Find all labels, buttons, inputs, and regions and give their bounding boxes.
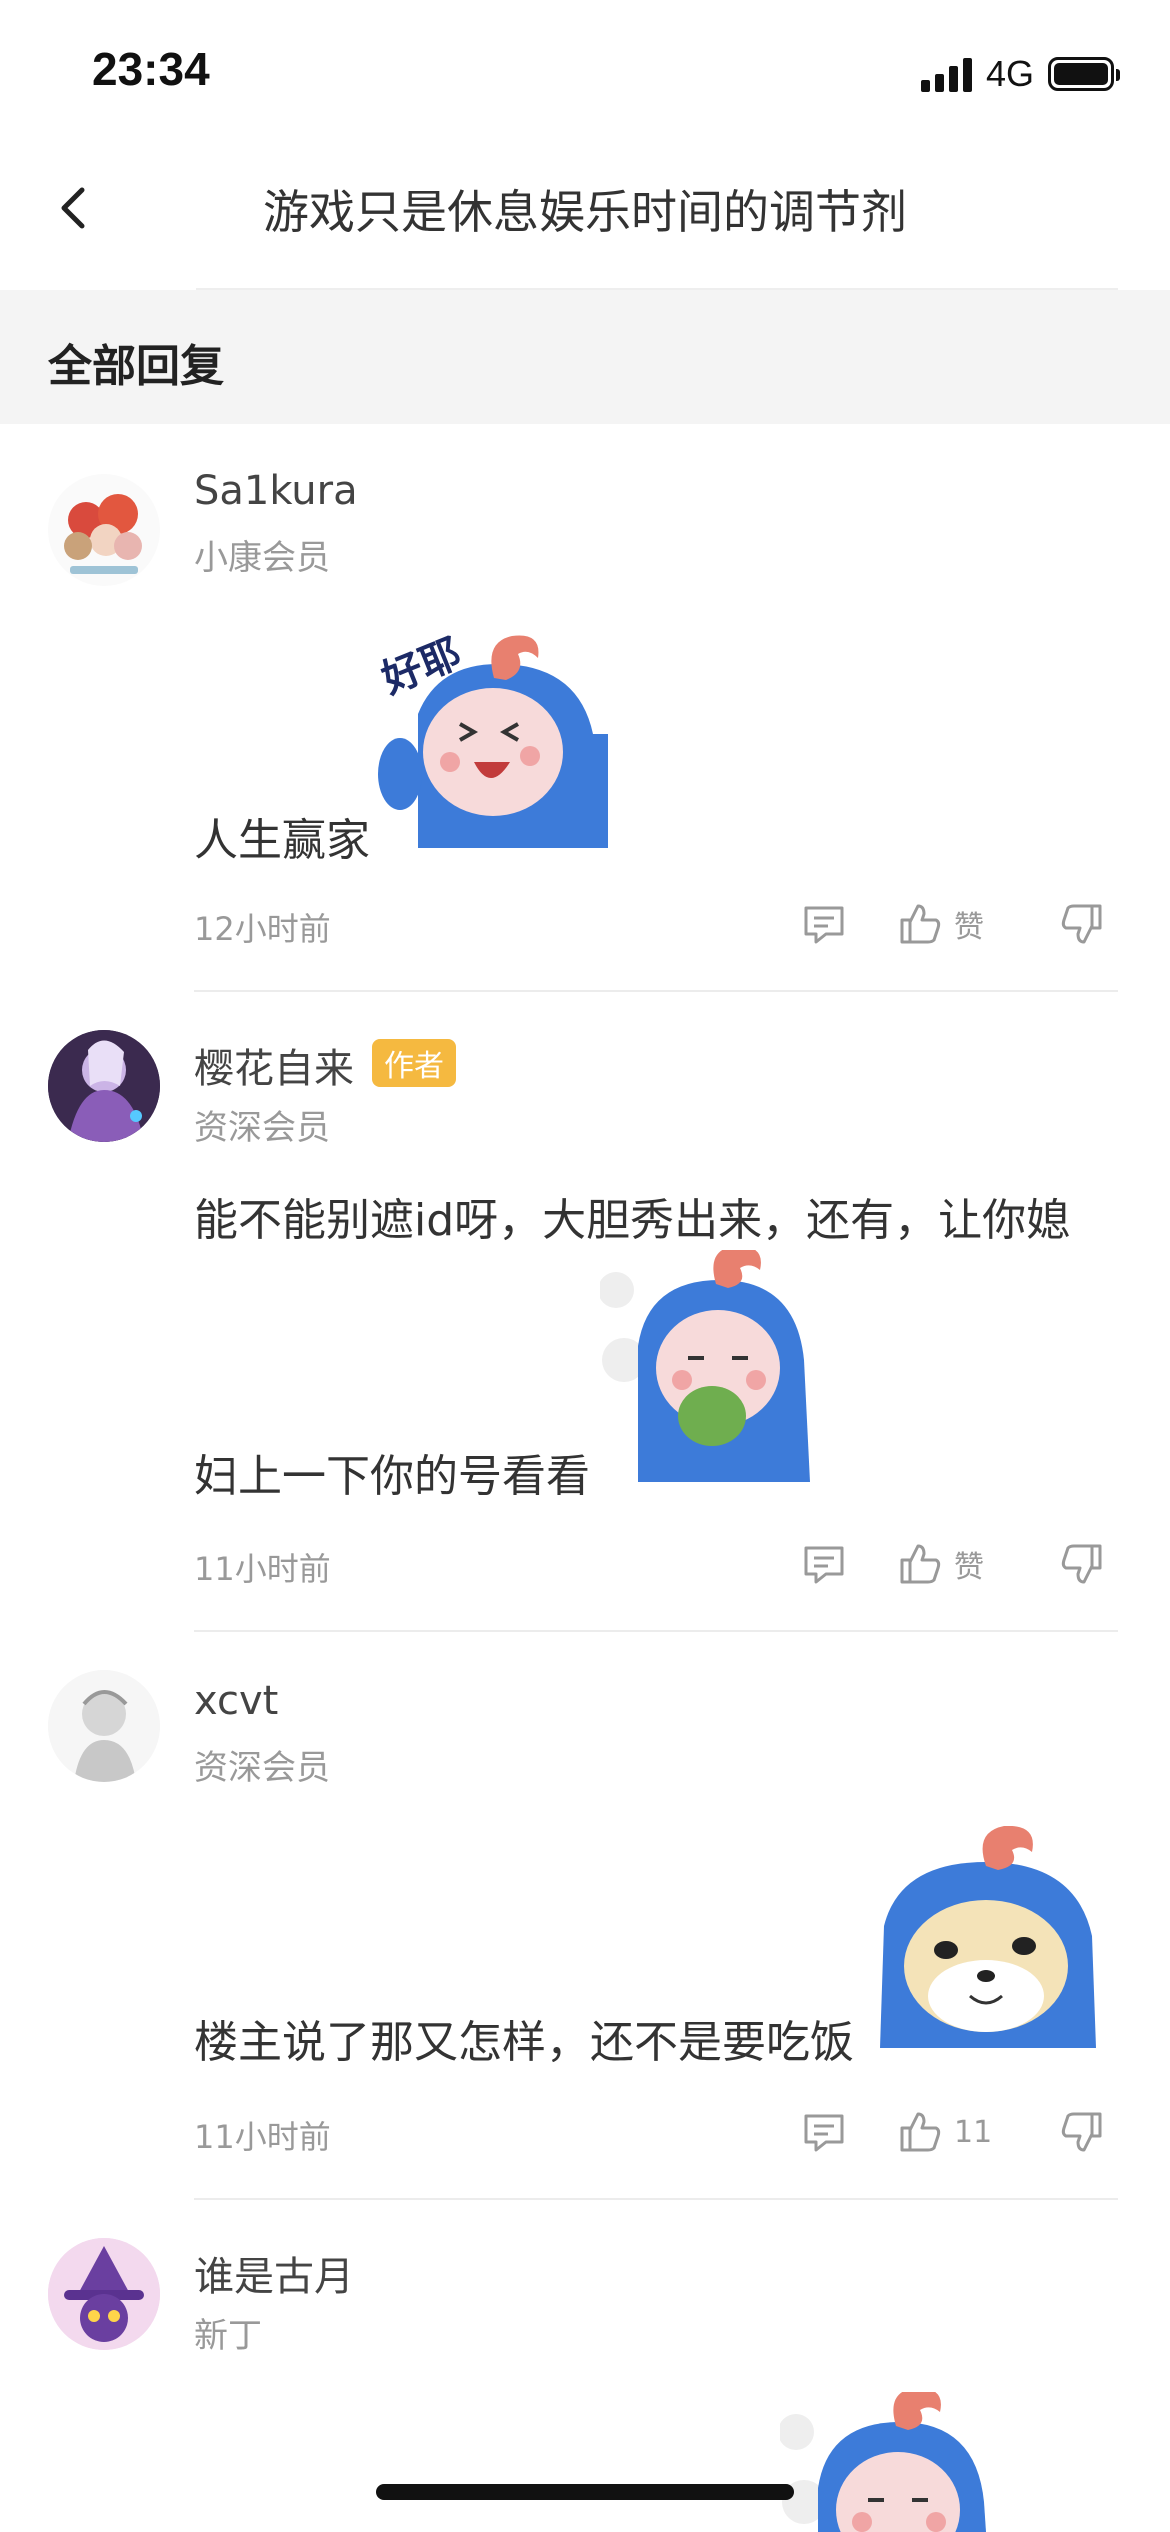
- dislike-button[interactable]: [1058, 2104, 1106, 2160]
- status-icons: 4G: [920, 52, 1120, 96]
- reply-button[interactable]: [800, 2104, 848, 2160]
- comment-divider: [194, 990, 1118, 992]
- back-chevron-icon: [61, 187, 85, 229]
- like-button[interactable]: 赞: [896, 1536, 984, 1592]
- comment-actions: 11: [800, 2104, 1118, 2160]
- comment-item: 樱花自来 作者 资深会员 能不能别遮id呀，大胆秀出来，还有，让你媳 妇上一下你的…: [0, 994, 1170, 1634]
- page-title: 游戏只是休息娱乐时间的调节剂: [263, 185, 907, 239]
- comment-actions: 赞: [800, 1536, 1118, 1592]
- section-header: 全部回复: [0, 290, 1170, 424]
- like-button[interactable]: 赞: [896, 896, 984, 952]
- timestamp: 11小时前: [194, 2118, 331, 2156]
- like-label: 赞: [954, 910, 984, 945]
- reply-button[interactable]: [800, 1536, 848, 1592]
- comment-text-line: 能不能别遮id呀，大胆秀出来，还有，让你媳: [194, 1195, 1071, 1246]
- comment-item: 谁是古月 新丁: [0, 2202, 1170, 2532]
- member-level: 资深会员: [194, 1748, 330, 1788]
- author-badge: 作者: [372, 1039, 456, 1087]
- signal-icon: [920, 56, 972, 92]
- reply-button[interactable]: [800, 896, 848, 952]
- sticker-image[interactable]: [598, 1245, 824, 1482]
- comment-divider: [194, 2198, 1118, 2200]
- comment-divider: [194, 1630, 1118, 1632]
- status-bar: 23:34 4G: [0, 0, 1170, 140]
- username[interactable]: xcvt: [194, 1678, 278, 1724]
- nav-bar: 游戏只是休息娱乐时间的调节剂: [0, 140, 1170, 290]
- member-level: 小康会员: [194, 538, 330, 578]
- section-title: 全部回复: [48, 341, 224, 392]
- comment-actions: 赞: [800, 896, 1118, 952]
- sticker-image[interactable]: 好耶: [376, 624, 608, 848]
- avatar[interactable]: [48, 1030, 160, 1142]
- avatar-image: [48, 2238, 160, 2350]
- avatar[interactable]: [48, 1670, 160, 1782]
- comment-text: 人生赢家: [194, 815, 370, 866]
- timestamp: 12小时前: [194, 910, 331, 948]
- comment-icon: [804, 1546, 844, 1584]
- sticker-image[interactable]: [876, 1825, 1100, 2048]
- comment-icon: [804, 906, 844, 944]
- thumbs-up-icon: [900, 904, 941, 944]
- timestamp: 11小时前: [194, 1550, 331, 1588]
- sticker-image[interactable]: [780, 2392, 1004, 2532]
- network-label: 4G: [985, 53, 1034, 94]
- like-count: 11: [954, 2114, 993, 2150]
- thumbs-up-icon: [900, 1544, 941, 1584]
- thumbs-up-icon: [900, 2112, 941, 2152]
- dislike-button[interactable]: [1058, 896, 1106, 952]
- avatar[interactable]: [48, 474, 160, 586]
- username[interactable]: Sa1kura: [194, 468, 358, 514]
- like-label: 赞: [954, 1550, 984, 1585]
- back-button[interactable]: [46, 178, 106, 238]
- dislike-button[interactable]: [1058, 1536, 1106, 1592]
- username[interactable]: 樱花自来 作者: [194, 1036, 456, 1094]
- avatar-image: [48, 1670, 160, 1782]
- username-text: 樱花自来: [194, 1046, 354, 1092]
- comment-item: xcvt 资深会员 楼主说了那又怎样，还不是要吃饭 11小时前 11: [0, 1634, 1170, 2202]
- avatar-image: [48, 474, 160, 586]
- username[interactable]: 谁是古月: [194, 2244, 354, 2302]
- thumbs-down-icon: [1061, 904, 1102, 944]
- comment-text: 楼主说了那又怎样，还不是要吃饭: [194, 2017, 854, 2068]
- battery-icon: [1048, 57, 1120, 91]
- avatar[interactable]: [48, 2238, 160, 2350]
- avatar-image: [48, 1030, 160, 1142]
- member-level: 资深会员: [194, 1108, 330, 1148]
- like-button[interactable]: 11: [896, 2104, 992, 2160]
- thumbs-down-icon: [1061, 1544, 1102, 1584]
- comment-text-line: 妇上一下你的号看看: [194, 1451, 590, 1502]
- thumbs-down-icon: [1061, 2112, 1102, 2152]
- comment-icon: [804, 2114, 844, 2152]
- status-time: 23:34: [92, 43, 210, 95]
- member-level: 新丁: [194, 2316, 262, 2356]
- comment-item: Sa1kura 小康会员 人生赢家 好耶 12小时前 赞: [0, 424, 1170, 994]
- home-indicator[interactable]: [376, 2484, 794, 2500]
